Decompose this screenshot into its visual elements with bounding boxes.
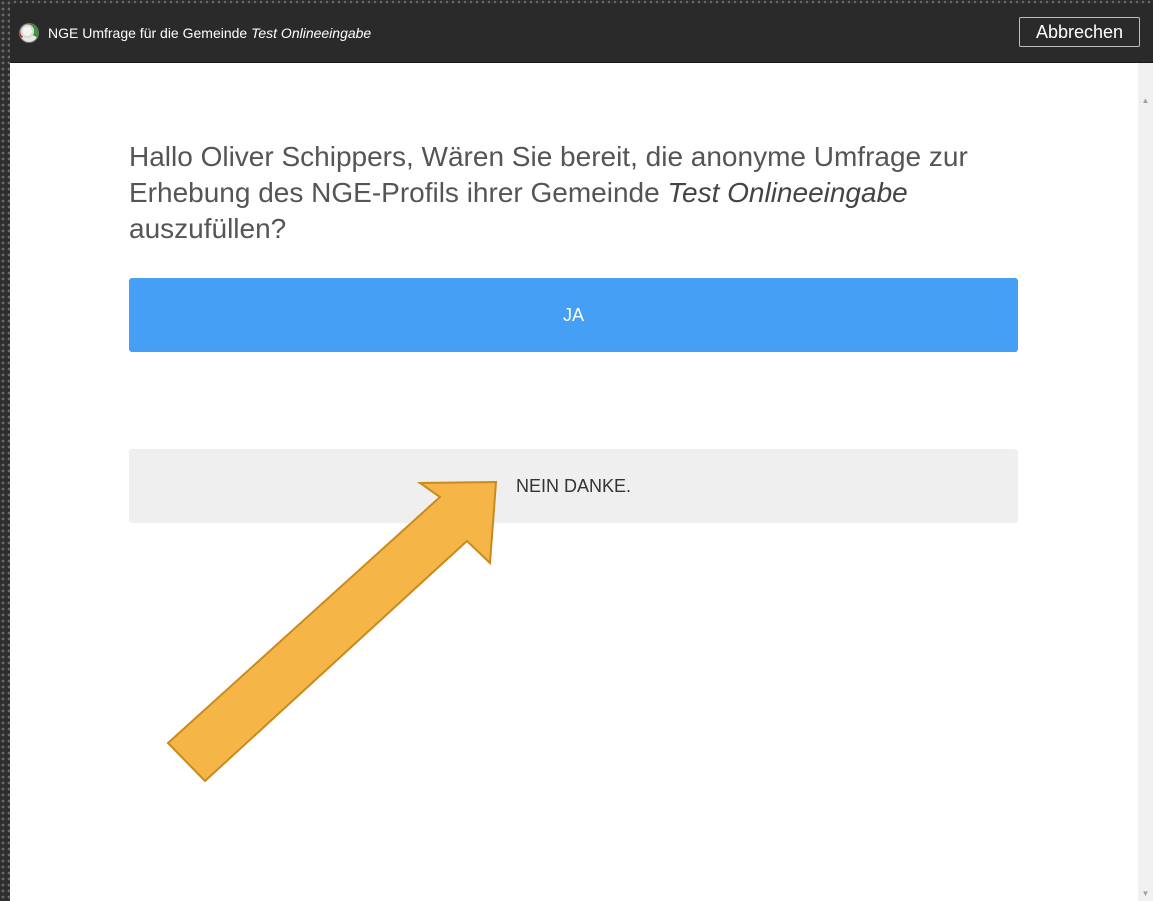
- vertical-scrollbar[interactable]: ▲ ▼: [1138, 63, 1153, 901]
- globe-icon: [20, 24, 38, 42]
- question-suffix: auszufüllen?: [129, 213, 287, 244]
- cancel-button[interactable]: Abbrechen: [1019, 17, 1140, 47]
- dialog-title: NGE Umfrage für die Gemeinde Test Online…: [48, 24, 371, 42]
- scroll-down-icon[interactable]: ▼: [1138, 886, 1153, 901]
- background-pattern-left: [0, 0, 10, 901]
- survey-question: Hallo Oliver Schippers, Wären Sie bereit…: [129, 139, 1029, 247]
- no-thanks-button[interactable]: NEIN DANKE.: [129, 449, 1018, 523]
- yes-button[interactable]: JA: [129, 278, 1018, 352]
- dialog-content: Hallo Oliver Schippers, Wären Sie bereit…: [10, 63, 1138, 901]
- dialog-title-municipality: Test Onlineeingabe: [251, 25, 372, 41]
- question-municipality: Test Onlineeingabe: [667, 177, 908, 208]
- dialog-titlebar: NGE Umfrage für die Gemeinde Test Online…: [10, 4, 1153, 63]
- dialog-title-prefix: NGE Umfrage für die Gemeinde: [48, 25, 252, 41]
- scroll-up-icon[interactable]: ▲: [1138, 93, 1153, 108]
- survey-dialog: NGE Umfrage für die Gemeinde Test Online…: [10, 4, 1153, 901]
